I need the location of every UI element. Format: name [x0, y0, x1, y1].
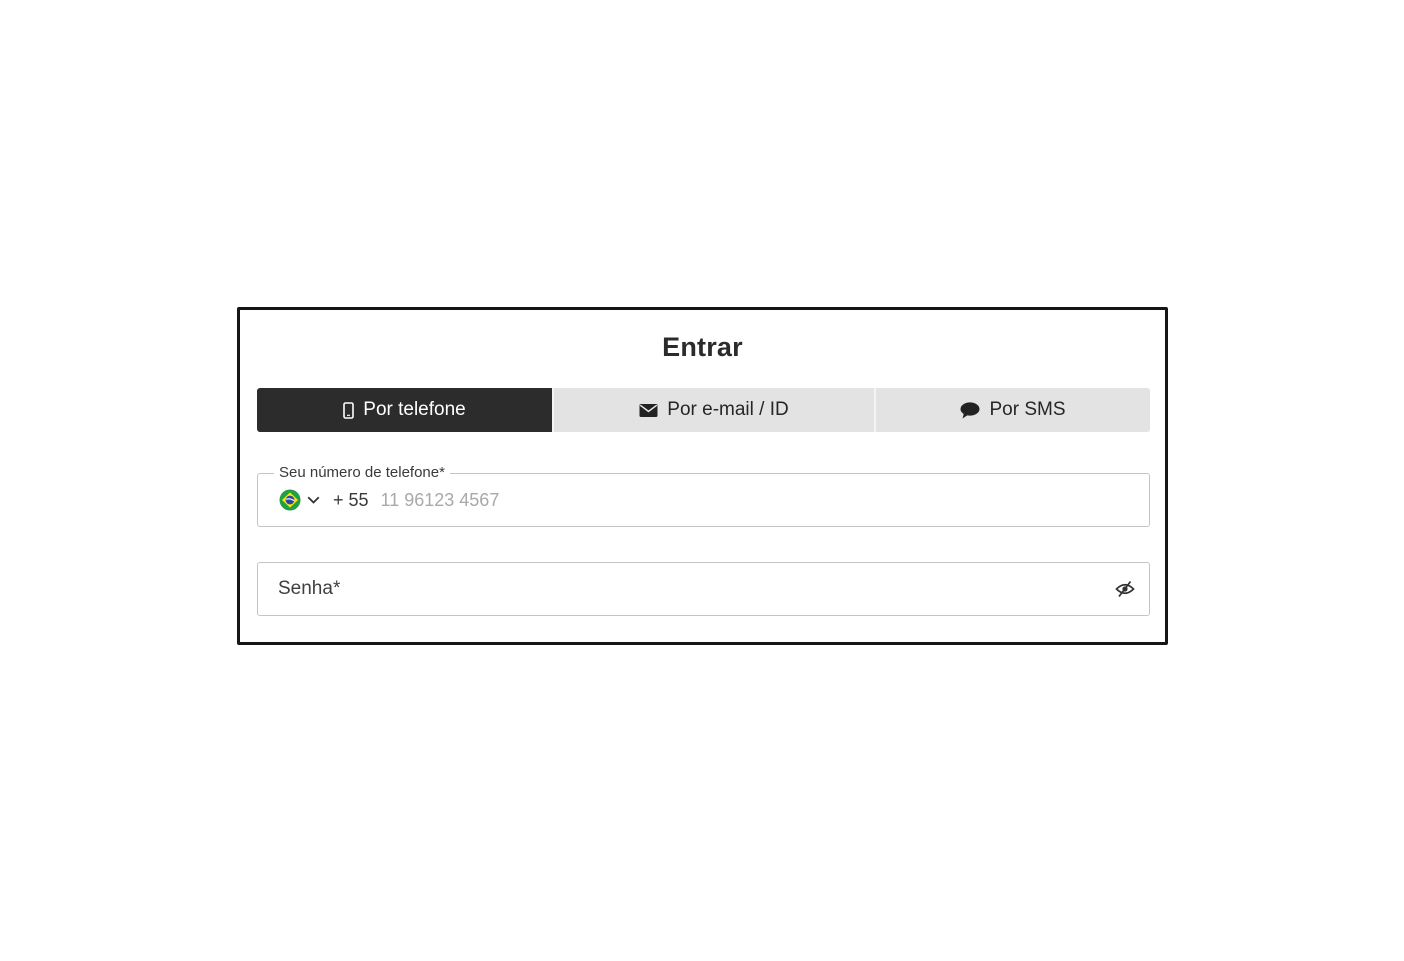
brazil-flag-icon	[279, 489, 301, 511]
phone-field-label: Seu número de telefone*	[274, 464, 450, 481]
phone-row: + 55	[279, 488, 881, 512]
mobile-phone-icon	[343, 401, 355, 419]
login-card: Entrar Por telefone Por e-mail / ID Por …	[237, 307, 1168, 645]
password-field	[257, 562, 1150, 616]
tab-email[interactable]: Por e-mail / ID	[552, 388, 874, 432]
tab-phone[interactable]: Por telefone	[257, 388, 552, 432]
tab-email-label: Por e-mail / ID	[667, 399, 789, 420]
tab-sms-label: Por SMS	[989, 399, 1066, 420]
password-input[interactable]	[278, 577, 1078, 601]
page-title: Entrar	[662, 332, 743, 362]
phone-field: Seu número de telefone* + 55	[257, 464, 1150, 527]
tab-sms[interactable]: Por SMS	[874, 388, 1150, 432]
login-method-tabs: Por telefone Por e-mail / ID Por SMS	[257, 388, 1150, 432]
tab-phone-label: Por telefone	[363, 399, 466, 420]
country-selector[interactable]	[279, 489, 320, 511]
chevron-down-icon	[307, 496, 320, 504]
envelope-icon	[639, 403, 658, 418]
phone-input[interactable]	[380, 489, 881, 511]
chat-bubble-icon	[960, 401, 980, 419]
eye-slash-icon[interactable]	[1115, 580, 1135, 598]
dial-code: + 55	[333, 489, 369, 510]
